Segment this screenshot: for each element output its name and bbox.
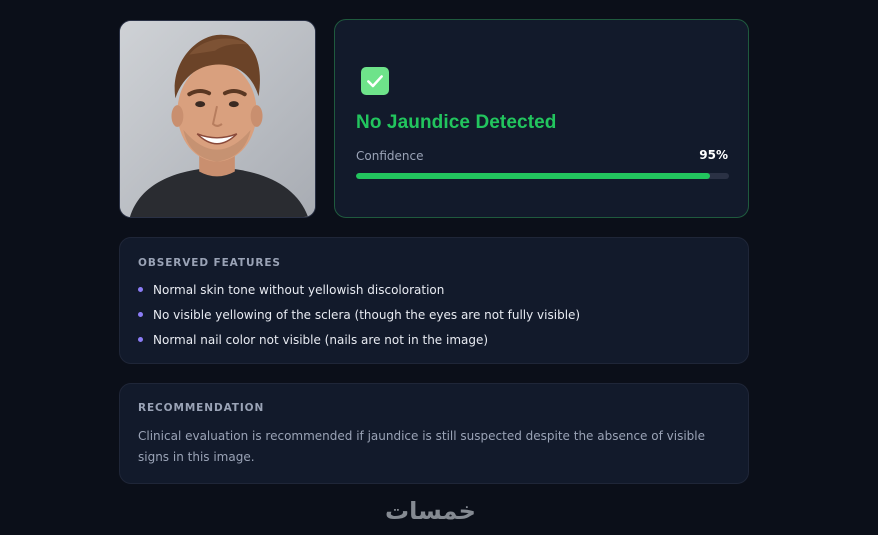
recommendation-panel: RECOMMENDATION Clinical evaluation is re…	[119, 383, 749, 484]
observed-features-panel: OBSERVED FEATURES Normal skin tone witho…	[119, 237, 749, 364]
result-card: No Jaundice Detected Confidence 95%	[334, 19, 749, 218]
list-item: No visible yellowing of the sclera (thou…	[138, 307, 580, 332]
feature-text: Normal skin tone without yellowish disco…	[153, 283, 445, 297]
bullet-icon	[138, 337, 143, 342]
result-title: No Jaundice Detected	[356, 112, 557, 133]
confidence-value: 95%	[699, 148, 728, 162]
bullet-icon	[138, 312, 143, 317]
check-icon	[361, 67, 389, 95]
feature-text: No visible yellowing of the sclera (thou…	[153, 308, 581, 322]
list-item: Normal skin tone without yellowish disco…	[138, 282, 580, 307]
bullet-icon	[138, 287, 143, 292]
features-heading: OBSERVED FEATURES	[138, 257, 281, 269]
uploaded-photo	[119, 20, 316, 218]
confidence-bar	[356, 173, 729, 179]
app-root: No Jaundice Detected Confidence 95% OBSE…	[0, 0, 878, 535]
confidence-bar-fill	[356, 173, 711, 179]
watermark-logo: خمسات	[385, 497, 476, 525]
person-photo-icon	[120, 21, 315, 217]
confidence-label: Confidence	[356, 149, 424, 163]
feature-text: Normal nail color not visible (nails are…	[153, 333, 489, 347]
list-item: Normal nail color not visible (nails are…	[138, 332, 580, 357]
recommendation-heading: RECOMMENDATION	[138, 402, 265, 414]
features-list: Normal skin tone without yellowish disco…	[138, 282, 580, 357]
recommendation-text: Clinical evaluation is recommended if ja…	[138, 429, 705, 464]
